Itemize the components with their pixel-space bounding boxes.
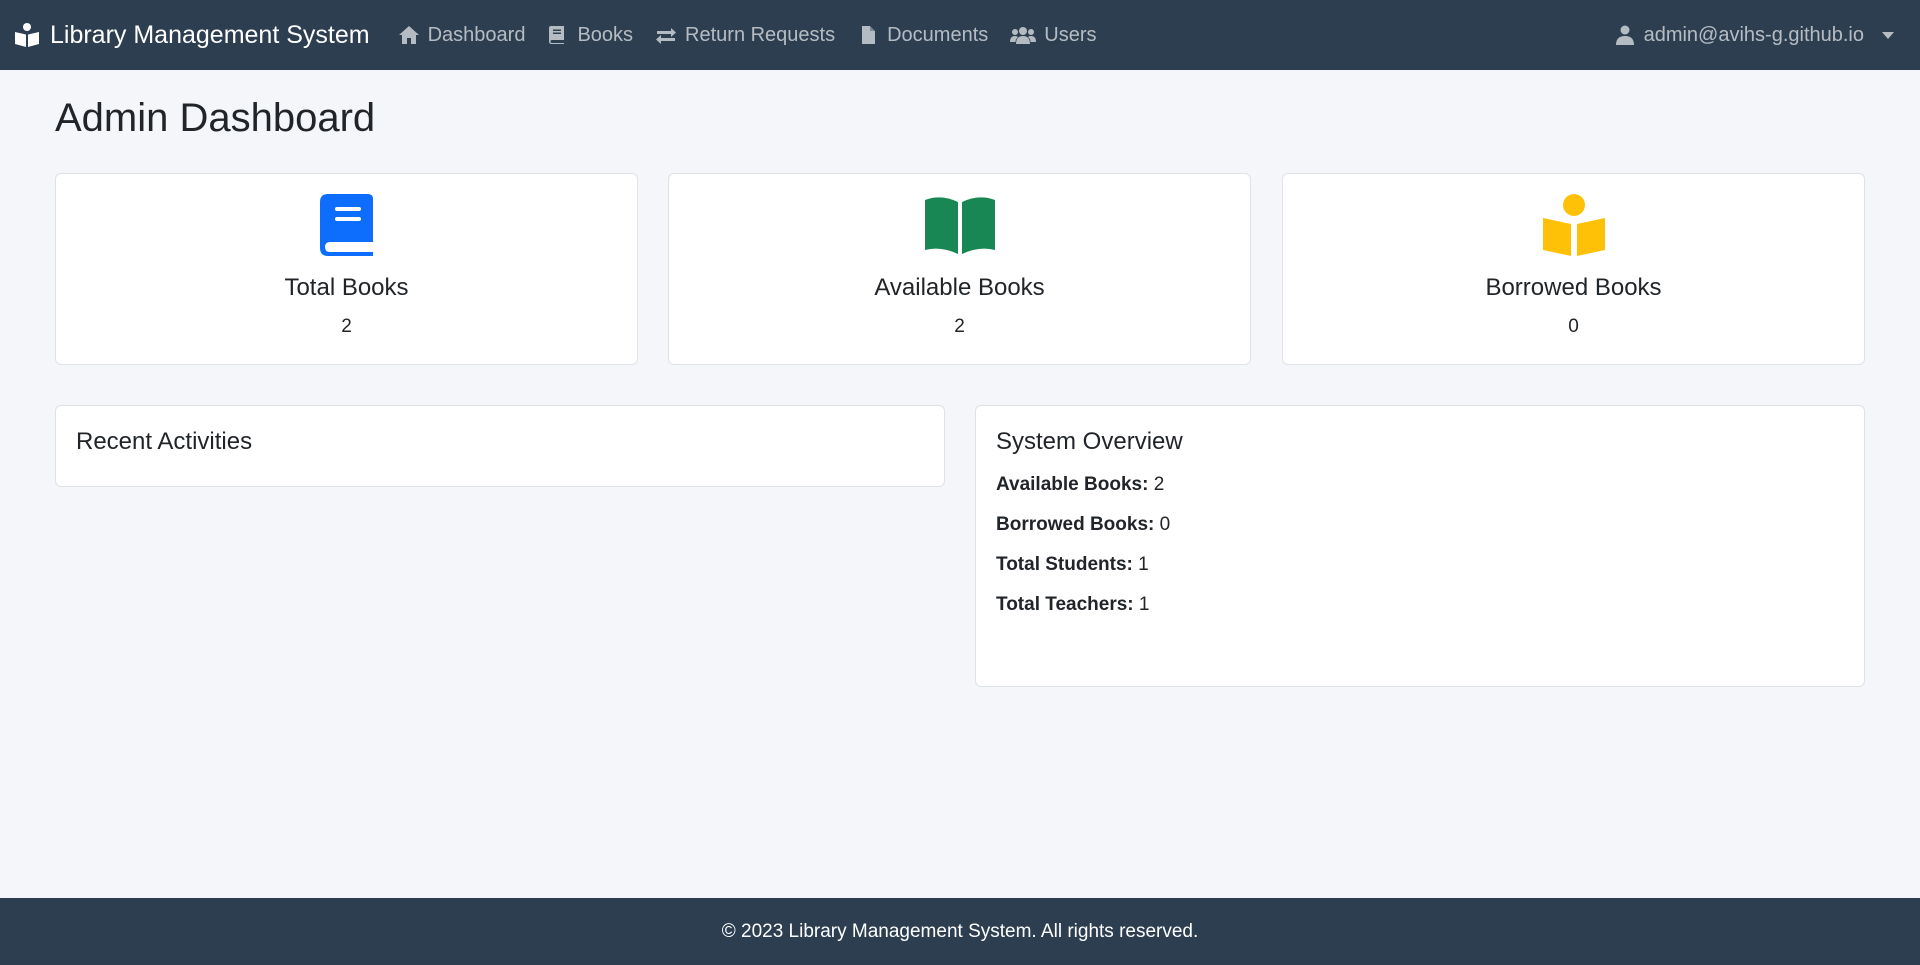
user-icon bbox=[1615, 25, 1634, 45]
nav-users[interactable]: Users bbox=[1010, 23, 1097, 47]
nav-return-requests-label: Return Requests bbox=[685, 23, 836, 46]
home-icon bbox=[398, 26, 419, 44]
file-icon bbox=[862, 26, 876, 44]
stat-label: Borrowed Books bbox=[1485, 274, 1662, 301]
nav-users-label: Users bbox=[1044, 23, 1097, 46]
overview-label: Total Students: bbox=[996, 554, 1133, 575]
book-open-icon bbox=[924, 197, 995, 254]
nav-books-label: Books bbox=[577, 23, 634, 46]
overview-row-teachers: Total Teachers: 1 bbox=[996, 594, 1844, 616]
users-icon bbox=[1010, 27, 1037, 44]
overview-value: 0 bbox=[1159, 514, 1171, 535]
user-email: admin@avihs-g.github.io bbox=[1643, 23, 1864, 46]
brand-link[interactable]: Library Management System bbox=[14, 21, 370, 50]
chevron-down-icon bbox=[1882, 31, 1894, 39]
nav-dashboard-label: Dashboard bbox=[427, 23, 526, 46]
page-footer: © 2023 Library Management System. All ri… bbox=[0, 898, 1920, 965]
stat-value: 2 bbox=[954, 316, 965, 337]
top-navbar: Library Management System Dashboard Book… bbox=[0, 0, 1920, 70]
overview-value: 2 bbox=[1153, 474, 1165, 495]
system-overview-card: System Overview Available Books: 2 Borro… bbox=[975, 405, 1865, 687]
overview-row-borrowed: Borrowed Books: 0 bbox=[996, 514, 1844, 536]
nav-books[interactable]: Books bbox=[547, 24, 633, 47]
recent-activities-card: Recent Activities bbox=[55, 405, 945, 487]
book-reader-icon bbox=[1542, 194, 1605, 256]
user-dropdown[interactable]: admin@avihs-g.github.io bbox=[1615, 0, 1894, 70]
system-overview-title: System Overview bbox=[996, 428, 1183, 455]
page-title: Admin Dashboard bbox=[55, 96, 376, 140]
brand-title: Library Management System bbox=[50, 20, 370, 49]
overview-label: Total Teachers: bbox=[996, 594, 1134, 615]
stat-value: 0 bbox=[1568, 316, 1579, 337]
stat-label: Available Books bbox=[874, 274, 1045, 301]
overview-label: Available Books: bbox=[996, 474, 1149, 495]
overview-row-available: Available Books: 2 bbox=[996, 474, 1844, 496]
overview-value: 1 bbox=[1138, 554, 1149, 575]
overview-label: Borrowed Books: bbox=[996, 514, 1155, 535]
book-icon bbox=[549, 26, 565, 44]
stat-card-available-books: Available Books 2 bbox=[668, 173, 1251, 365]
stat-card-borrowed-books: Borrowed Books 0 bbox=[1282, 173, 1865, 365]
recent-activities-title: Recent Activities bbox=[76, 428, 253, 455]
stat-label: Total Books bbox=[284, 274, 409, 301]
book-reader-icon bbox=[15, 23, 39, 47]
stat-card-total-books: Total Books 2 bbox=[55, 173, 638, 365]
book-icon bbox=[319, 194, 373, 256]
overview-row-students: Total Students: 1 bbox=[996, 554, 1844, 576]
nav-return-requests[interactable]: Return Requests bbox=[655, 24, 835, 47]
nav-links: Dashboard Books Return Requests Document… bbox=[398, 24, 1097, 47]
footer-copyright: © 2023 Library Management System. All ri… bbox=[721, 920, 1199, 942]
nav-dashboard[interactable]: Dashboard bbox=[398, 23, 526, 47]
exchange-icon bbox=[656, 28, 677, 44]
nav-documents-label: Documents bbox=[887, 23, 989, 46]
stat-value: 2 bbox=[341, 316, 352, 337]
overview-value: 1 bbox=[1138, 594, 1150, 615]
nav-documents[interactable]: Documents bbox=[857, 24, 988, 47]
